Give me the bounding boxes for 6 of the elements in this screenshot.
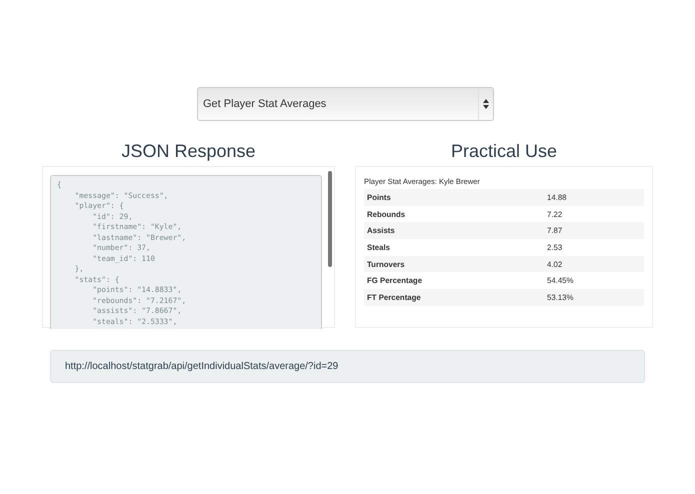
- scrollbar-thumb[interactable]: [328, 171, 332, 267]
- panel-heading: Practical Use: [450, 140, 558, 163]
- panel-heading: JSON Response: [121, 140, 256, 163]
- url-bar: http://localhost/statgrab/api/getIndividualStats/average/?id=29: [50, 350, 645, 383]
- endpoint-select[interactable]: Get Player Stat Averages: [197, 87, 494, 121]
- updown-arrows-icon: [483, 99, 489, 109]
